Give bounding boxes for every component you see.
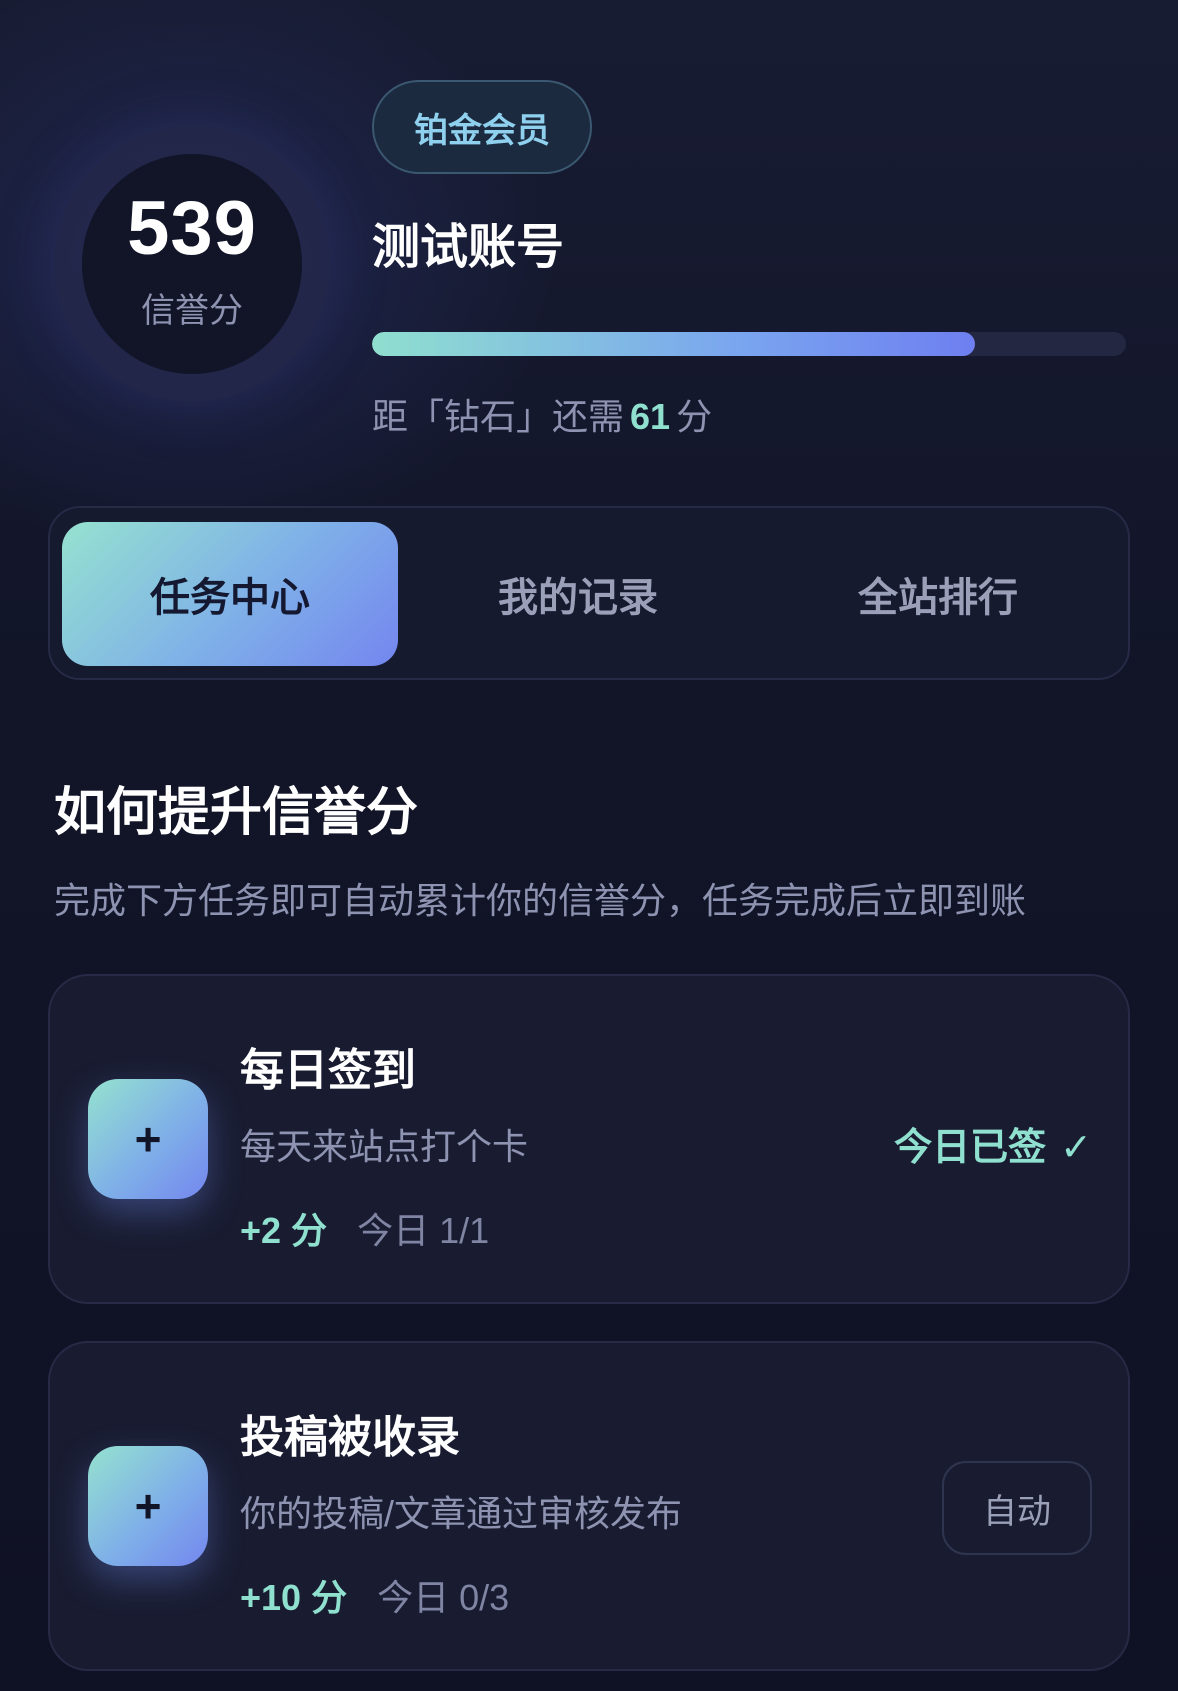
account-name: 测试账号 bbox=[372, 221, 565, 274]
tab-leaderboard[interactable]: 全站排行 bbox=[758, 522, 1118, 666]
task-title: 投稿被收录 bbox=[240, 1413, 460, 1462]
task-card-daily-checkin[interactable]: + 每日签到 每天来站点打个卡 +2 分今日 1/1 今日已签 ✓ bbox=[48, 974, 1130, 1304]
task-points: +10 分 bbox=[240, 1577, 348, 1618]
score-label: 信誉分 bbox=[141, 291, 243, 330]
tab-task-center[interactable]: 任务中心 bbox=[62, 522, 398, 666]
plus-icon: + bbox=[88, 1079, 208, 1199]
task-meta: +2 分今日 1/1 bbox=[240, 1202, 489, 1254]
task-status-done: 今日已签 ✓ bbox=[894, 1116, 1092, 1171]
check-icon: ✓ bbox=[1060, 1127, 1092, 1169]
next-tier-points: 61 bbox=[630, 396, 671, 437]
task-daily-count: 今日 0/3 bbox=[377, 1577, 510, 1618]
tier-progress-fill bbox=[372, 332, 976, 356]
task-daily-count: 今日 1/1 bbox=[357, 1210, 490, 1251]
next-tier-prefix: 距「钻石」还需 bbox=[372, 396, 625, 437]
next-tier-note: 距「钻石」还需 61 分 bbox=[372, 388, 712, 440]
task-status-auto: 自动 bbox=[942, 1461, 1092, 1555]
tab-my-records[interactable]: 我的记录 bbox=[398, 522, 758, 666]
task-card-submission-accepted[interactable]: + 投稿被收录 你的投稿/文章通过审核发布 +10 分今日 0/3 自动 bbox=[48, 1341, 1130, 1671]
section-description: 完成下方任务即可自动累计你的信誉分，任务完成后立即到账 bbox=[54, 880, 1027, 921]
plus-icon: + bbox=[88, 1446, 208, 1566]
tier-progress-bar bbox=[372, 332, 1126, 356]
task-description: 你的投稿/文章通过审核发布 bbox=[240, 1493, 683, 1534]
task-title: 每日签到 bbox=[240, 1046, 416, 1095]
score-badge: 539 信誉分 bbox=[82, 154, 302, 374]
task-points: +2 分 bbox=[240, 1210, 328, 1251]
task-meta: +10 分今日 0/3 bbox=[240, 1569, 509, 1621]
tab-bar: 任务中心 我的记录 全站排行 bbox=[48, 506, 1130, 680]
next-tier-suffix: 分 bbox=[676, 396, 713, 437]
task-status-label: 今日已签 bbox=[894, 1127, 1047, 1169]
section-title: 如何提升信誉分 bbox=[54, 784, 419, 842]
score-value: 539 bbox=[127, 185, 257, 271]
tier-badge: 铂金会员 bbox=[372, 80, 592, 174]
task-description: 每天来站点打个卡 bbox=[240, 1126, 529, 1167]
